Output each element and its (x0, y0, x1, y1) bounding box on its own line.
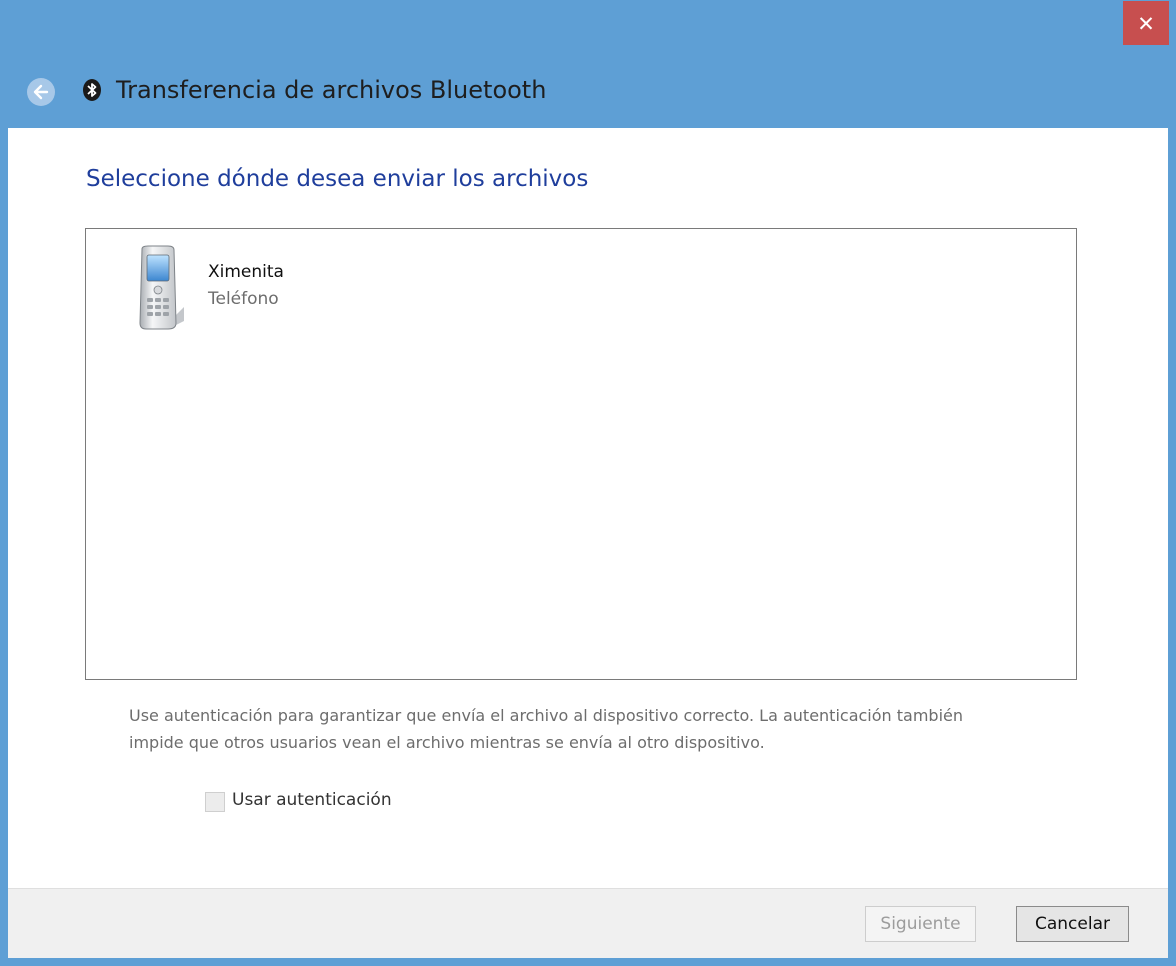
device-type: Teléfono (208, 289, 279, 309)
device-list[interactable]: Ximenita Teléfono (85, 228, 1077, 680)
back-button[interactable] (27, 78, 55, 106)
close-button[interactable]: ✕ (1123, 1, 1169, 45)
mobile-phone-icon (139, 245, 184, 330)
cancel-button[interactable]: Cancelar (1016, 906, 1129, 942)
bluetooth-transfer-window: ✕ Transferencia de archivos Bluetooth Se… (0, 0, 1176, 966)
footer-bar: Siguiente Cancelar (8, 888, 1168, 958)
device-name: Ximenita (208, 262, 284, 282)
device-item-ximenita[interactable]: Ximenita Teléfono (126, 245, 406, 335)
page-heading: Seleccione dónde desea enviar los archiv… (86, 166, 589, 192)
window-title: Transferencia de archivos Bluetooth (116, 76, 547, 104)
checkbox-box[interactable] (205, 792, 225, 812)
content-area: Seleccione dónde desea enviar los archiv… (8, 128, 1168, 888)
bluetooth-icon (83, 79, 101, 101)
checkbox-label: Usar autenticación (232, 790, 392, 810)
authentication-info-text: Use autenticación para garantizar que en… (129, 706, 964, 752)
next-button[interactable]: Siguiente (865, 906, 976, 942)
back-arrow-icon (33, 84, 49, 100)
title-bar: ✕ Transferencia de archivos Bluetooth (0, 0, 1176, 128)
